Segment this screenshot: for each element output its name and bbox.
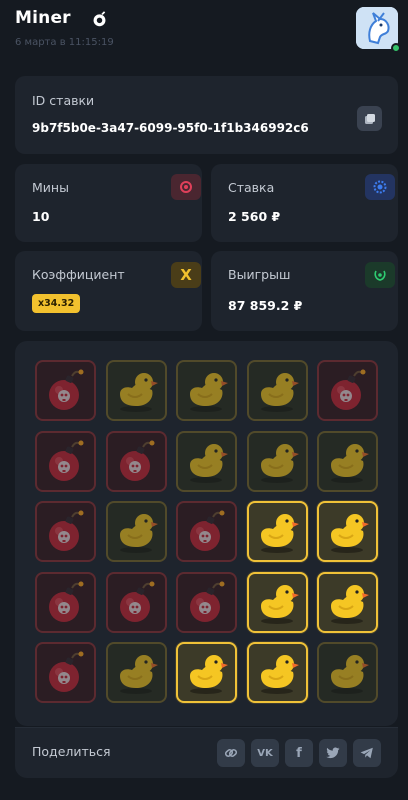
payout-badge [365, 262, 395, 288]
mines-card: Мины 10 [15, 164, 202, 242]
bomb-icon [49, 510, 84, 551]
coefficient-card: Коэффициент x34.32 X [15, 251, 202, 331]
duck-icon [331, 514, 369, 553]
stake-label: Ставка [228, 180, 275, 195]
avatar[interactable] [356, 7, 398, 49]
cell-duck [176, 430, 237, 492]
share-facebook-button[interactable]: f [285, 739, 313, 767]
page-title: Miner [15, 8, 71, 28]
cell-duck [246, 360, 308, 421]
stake-badge [365, 174, 395, 200]
cell-duck [176, 642, 237, 703]
mine-icon [180, 181, 192, 193]
duck-icon [260, 443, 299, 483]
mines-badge [171, 174, 201, 200]
facebook-icon: f [296, 745, 302, 761]
payout-card: Выигрыш 87 859.2 ₽ [211, 251, 398, 331]
telegram-icon [360, 747, 373, 759]
share-vk-button[interactable]: VK [251, 739, 279, 767]
coefficient-badge: X [171, 262, 201, 288]
duck-icon [260, 514, 299, 553]
bomb-icon [190, 581, 225, 622]
cell-bomb [35, 360, 96, 421]
cell-duck [105, 360, 167, 421]
cell-bomb [176, 571, 237, 633]
bomb-icon [49, 651, 84, 692]
online-status-dot [391, 43, 401, 53]
cell-bomb [35, 642, 96, 703]
coefficient-label: Коэффициент [32, 267, 125, 282]
cell-bomb [176, 501, 237, 562]
duck-icon [260, 584, 299, 624]
bomb-icon [119, 440, 154, 481]
cell-bomb [35, 571, 96, 633]
copy-icon [364, 113, 375, 124]
cell-bomb [105, 571, 167, 633]
cell-duck [246, 642, 308, 703]
duck-icon [331, 655, 369, 694]
bomb-icon [93, 11, 106, 27]
duck-icon [331, 584, 369, 624]
link-icon [224, 749, 238, 757]
cell-duck [246, 571, 308, 633]
share-telegram-button[interactable] [353, 739, 381, 767]
vk-icon: VK [257, 747, 273, 759]
chip-icon [373, 180, 387, 194]
payout-label: Выигрыш [228, 267, 291, 282]
twitter-icon [326, 747, 340, 759]
laurel-icon [374, 270, 386, 281]
header: Miner 6 марта в 11:15:19 [15, 6, 395, 56]
duck-icon [331, 443, 369, 483]
share-twitter-button[interactable] [319, 739, 347, 767]
cell-bomb [105, 430, 167, 492]
bomb-icon [49, 369, 84, 410]
cell-duck [105, 642, 167, 703]
copy-button[interactable] [357, 106, 382, 131]
duck-icon [119, 655, 158, 694]
cell-bomb [317, 360, 378, 421]
bomb-icon [119, 581, 154, 622]
bet-id-card: ID ставки 9b7f5b0e-3a47-6099-95f0-1f1b34… [15, 76, 398, 154]
cell-duck [317, 642, 378, 703]
cell-bomb [35, 430, 96, 492]
bomb-icon [49, 581, 84, 622]
duck-icon [260, 655, 299, 694]
payout-value: 87 859.2 ₽ [228, 298, 303, 313]
stake-value: 2 560 ₽ [228, 209, 281, 224]
cell-duck [105, 501, 167, 562]
cell-duck [246, 501, 308, 562]
duck-icon [260, 373, 299, 412]
stake-card: Ставка 2 560 ₽ [211, 164, 398, 242]
bomb-icon [331, 369, 366, 410]
multiplier-badge: x34.32 [32, 294, 81, 313]
duck-icon [190, 655, 228, 694]
share-bar: Поделиться VK f [15, 728, 398, 778]
game-grid [15, 341, 398, 726]
bomb-icon [49, 440, 84, 481]
share-link-button[interactable] [217, 739, 245, 767]
bomb-icon [190, 510, 225, 551]
cell-duck [246, 430, 308, 492]
timestamp: 6 марта в 11:15:19 [15, 37, 114, 48]
mines-label: Мины [32, 180, 69, 195]
unicorn-icon [356, 7, 398, 49]
x-icon: X [180, 266, 192, 284]
duck-icon [190, 373, 228, 412]
cell-duck [317, 571, 378, 633]
cell-duck [317, 501, 378, 562]
duck-icon [119, 373, 158, 412]
duck-icon [190, 443, 228, 483]
duck-icon [119, 514, 158, 553]
bet-id-value: 9b7f5b0e-3a47-6099-95f0-1f1b346992c6 [32, 121, 309, 135]
cell-duck [317, 430, 378, 492]
bet-id-label: ID ставки [32, 93, 95, 108]
share-label: Поделиться [32, 744, 111, 759]
cell-bomb [35, 501, 96, 562]
cell-duck [176, 360, 237, 421]
mines-value: 10 [32, 209, 50, 224]
